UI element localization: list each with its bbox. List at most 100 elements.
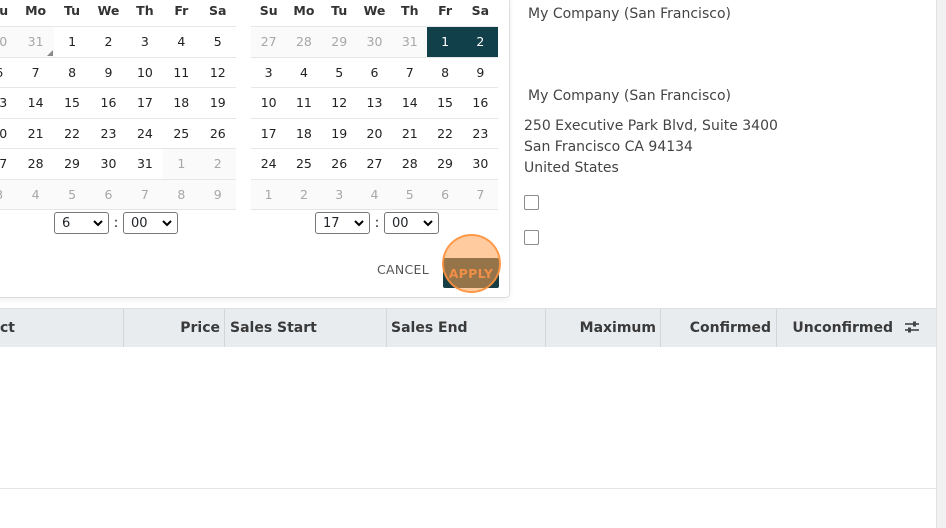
start-minute-select[interactable]: 00 [123,212,178,234]
calendar-day[interactable]: 6 [356,56,393,88]
calendar-day[interactable]: 27 [0,148,18,179]
column-header-sales-end[interactable]: Sales End [386,309,545,347]
calendar-day[interactable]: 22 [53,117,91,149]
calendar-day[interactable]: 8 [53,56,91,88]
calendar-day[interactable]: 12 [321,87,357,118]
calendar-day[interactable]: 30 [462,148,498,179]
calendar-day[interactable]: 15 [427,87,463,118]
calendar-day[interactable]: 16 [90,87,127,118]
calendar-day[interactable]: 29 [321,26,357,57]
calendar-day[interactable]: 30 [90,148,127,179]
calendar-day[interactable]: 25 [163,117,200,149]
calendar-day[interactable]: 2 [462,26,498,57]
column-header-product[interactable]: ct [0,309,123,347]
calendar-day[interactable]: 2 [199,148,236,179]
calendar-day[interactable]: 7 [392,56,428,88]
calendar-day[interactable]: 5 [392,178,428,210]
end-minute-select[interactable]: 00 [384,212,439,234]
calendar-day[interactable]: 27 [356,148,393,179]
calendar-day[interactable]: 12 [199,56,236,88]
calendar-day[interactable]: 29 [53,148,91,179]
calendar-day[interactable]: 18 [286,117,322,149]
calendar-day[interactable]: 31 [17,26,54,57]
calendar-day[interactable]: 23 [462,117,498,149]
calendar-day[interactable]: 5 [321,56,357,88]
calendar-day[interactable]: 3 [0,178,18,210]
calendar-day[interactable]: 1 [427,26,463,57]
calendar-day[interactable]: 13 [356,87,393,118]
cancel-button[interactable]: CANCEL [377,262,429,277]
calendar-day[interactable]: 6 [0,56,18,88]
calendar-day[interactable]: 15 [53,87,91,118]
calendar-day[interactable]: 28 [286,26,322,57]
calendar-day[interactable]: 10 [251,87,287,118]
column-header-unconfirmed[interactable]: Unconfirmed [776,309,897,347]
calendar-day[interactable]: 11 [163,56,200,88]
calendar-day[interactable]: 5 [199,26,236,57]
calendar-day[interactable]: 13 [0,87,18,118]
calendar-day[interactable]: 9 [462,56,498,88]
table-row[interactable] [0,347,936,383]
apply-button[interactable]: APPLY [443,258,499,288]
calendar-day[interactable]: 29 [427,148,463,179]
calendar-day[interactable]: 7 [126,178,164,210]
calendar-day[interactable]: 19 [199,87,236,118]
calendar-day[interactable]: 28 [392,148,428,179]
calendar-day[interactable]: 2 [90,26,127,57]
calendar-day[interactable]: 3 [251,56,287,88]
checkbox-2[interactable] [524,230,539,245]
calendar-day[interactable]: 10 [126,56,164,88]
table-row[interactable] [0,382,936,418]
calendar-day[interactable]: 26 [199,117,236,149]
calendar-day[interactable]: 26 [321,148,357,179]
calendar-day[interactable]: 6 [90,178,127,210]
calendar-day[interactable]: 30 [356,26,393,57]
calendar-day[interactable]: 18 [163,87,200,118]
calendar-day[interactable]: 4 [17,178,54,210]
calendar-day[interactable]: 21 [17,117,54,149]
calendar-day[interactable]: 3 [126,26,164,57]
calendar-day[interactable]: 6 [427,178,463,210]
calendar-day[interactable]: 14 [392,87,428,118]
calendar-day[interactable]: 8 [427,56,463,88]
calendar-day[interactable]: 11 [286,87,322,118]
calendar-day[interactable]: 19 [321,117,357,149]
calendar-day[interactable]: 25 [286,148,322,179]
end-hour-select[interactable]: 17 [315,212,370,234]
page-scrollbar[interactable] [936,0,946,528]
calendar-day[interactable]: 20 [356,117,393,149]
calendar-day[interactable]: 4 [356,178,393,210]
calendar-day[interactable]: 17 [251,117,287,149]
calendar-day[interactable]: 16 [462,87,498,118]
calendar-day[interactable]: 24 [126,117,164,149]
table-row[interactable] [0,417,936,453]
calendar-day[interactable]: 3 [321,178,357,210]
column-header-price[interactable]: Price [123,309,224,347]
calendar-day[interactable]: 9 [199,178,236,210]
calendar-day[interactable]: 9 [90,56,127,88]
calendar-day[interactable]: 7 [462,178,498,210]
calendar-day[interactable]: 7 [17,56,54,88]
calendar-day[interactable]: 28 [17,148,54,179]
column-header-maximum[interactable]: Maximum [545,309,660,347]
calendar-day[interactable]: 14 [17,87,54,118]
table-row[interactable] [0,452,936,489]
calendar-day[interactable]: 22 [427,117,463,149]
calendar-day[interactable]: 5 [53,178,91,210]
checkbox-1[interactable] [524,195,539,210]
calendar-day[interactable]: 23 [90,117,127,149]
calendar-day[interactable]: 21 [392,117,428,149]
calendar-day[interactable]: 30 [0,26,18,57]
column-settings-icon[interactable] [904,320,920,334]
calendar-day[interactable]: 8 [163,178,200,210]
calendar-day[interactable]: 2 [286,178,322,210]
calendar-day[interactable]: 31 [126,148,164,179]
calendar-day[interactable]: 1 [251,178,287,210]
calendar-day[interactable]: 4 [286,56,322,88]
column-header-sales-start[interactable]: Sales Start [224,309,386,347]
calendar-day[interactable]: 1 [163,148,200,179]
calendar-day[interactable]: 1 [53,26,91,57]
calendar-day[interactable]: 31 [392,26,428,57]
calendar-day[interactable]: 24 [251,148,287,179]
calendar-day[interactable]: 20 [0,117,18,149]
